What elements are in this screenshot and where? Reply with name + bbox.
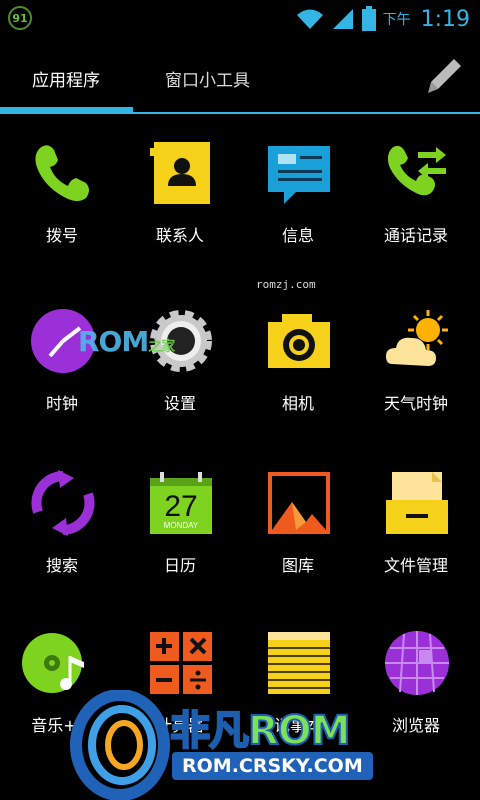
app-calendar[interactable]: 27 MONDAY 日历 — [120, 460, 240, 610]
file-manager-icon — [386, 472, 448, 534]
app-call-log[interactable]: 通话记录 — [356, 130, 476, 280]
calendar-day: 27 — [164, 490, 197, 523]
app-file-manager[interactable]: 文件管理 — [356, 460, 476, 610]
watermark-title: 非凡ROM — [169, 698, 352, 756]
calculator-icon — [150, 632, 212, 694]
app-label: 文件管理 — [383, 556, 448, 575]
browser-icon — [385, 631, 449, 695]
tab-active-indicator — [0, 107, 133, 113]
watermark-title-b: ROM — [247, 707, 352, 755]
watermark-rom-small: 之家 — [148, 339, 175, 355]
app-label: 天气时钟 — [383, 394, 448, 413]
watermark-bottom-url: ROM.CRSKY.COM — [172, 752, 373, 780]
gallery-icon — [268, 472, 330, 534]
watermark-rom-logo: ROM之家 — [78, 325, 175, 358]
notepad-icon — [268, 632, 330, 694]
message-icon — [268, 146, 330, 204]
battery-icon — [361, 6, 376, 31]
app-dialer[interactable]: 拨号 — [2, 130, 122, 280]
signal-icon — [332, 9, 353, 29]
app-camera[interactable]: 相机 — [238, 298, 358, 448]
watermark-crsky: 非凡ROM ROM.CRSKY.COM — [70, 690, 480, 800]
contacts-icon — [150, 142, 210, 204]
watermark-url: romzj.com — [256, 278, 316, 291]
am-pm: 下午 — [382, 12, 411, 28]
app-label: 设置 — [163, 394, 196, 413]
status-right: 下午 1:19 — [295, 4, 470, 34]
app-settings[interactable]: 设置 — [120, 298, 240, 448]
app-label: 时钟 — [45, 394, 78, 413]
notification-badge: 91 — [8, 6, 32, 30]
app-weather-clock[interactable]: 天气时钟 — [356, 298, 476, 448]
weather-icon — [386, 310, 448, 366]
app-label: 信息 — [281, 226, 314, 245]
app-search[interactable]: 搜索 — [2, 460, 122, 610]
tab-widgets[interactable]: 窗口小工具 — [165, 66, 250, 91]
calendar-icon: 27 MONDAY — [150, 472, 212, 534]
calendar-weekday: MONDAY — [164, 521, 199, 530]
app-gallery[interactable]: 图库 — [238, 460, 358, 610]
clock-time: 1:19 — [420, 6, 470, 32]
camera-icon — [268, 314, 330, 368]
app-label: 图库 — [281, 556, 314, 575]
watermark-title-a: 非凡 — [169, 707, 250, 755]
call-log-icon — [387, 145, 446, 196]
watermark-rom-text: ROM — [78, 325, 149, 358]
app-label: 相机 — [281, 394, 314, 413]
app-label: 搜索 — [45, 556, 78, 575]
status-bar: 91 下午 1:19 — [0, 0, 480, 38]
app-contacts[interactable]: 联系人 — [120, 130, 240, 280]
app-label: 拨号 — [45, 226, 78, 245]
tab-apps[interactable]: 应用程序 — [32, 66, 100, 91]
app-messaging[interactable]: 信息 — [238, 130, 358, 280]
app-label: 联系人 — [155, 226, 204, 245]
app-label: 日历 — [163, 556, 196, 575]
phone-icon — [35, 145, 89, 201]
music-icon — [22, 633, 84, 693]
wifi-icon — [296, 9, 323, 29]
app-label: 通话记录 — [383, 226, 448, 245]
crsky-logo-icon — [70, 690, 170, 800]
search-refresh-icon — [31, 470, 95, 536]
app-clock[interactable]: 时钟 — [2, 298, 122, 448]
pencil-icon[interactable] — [424, 56, 464, 96]
drawer-tabs: 应用程序 窗口小工具 — [0, 40, 480, 116]
